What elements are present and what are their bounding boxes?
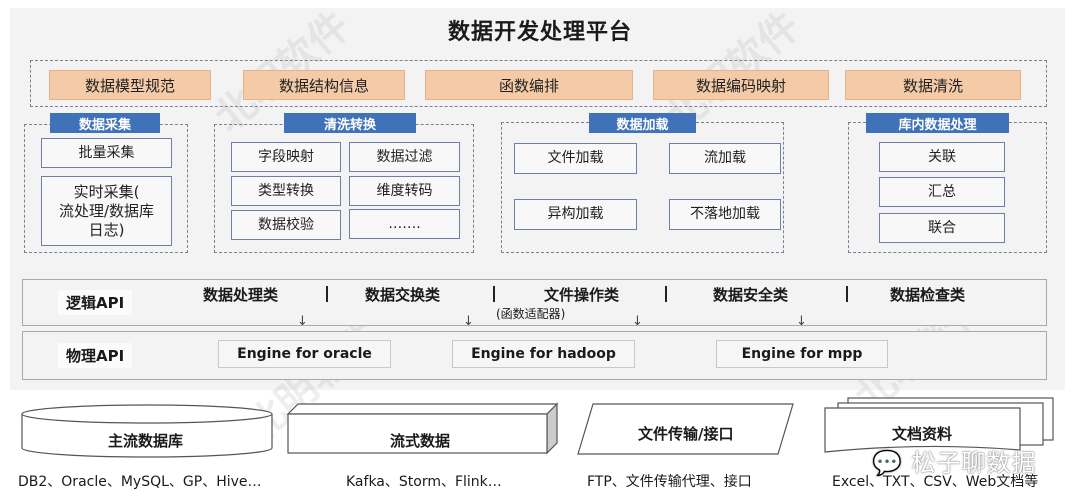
clean-field-mapping[interactable]: 字段映射 (231, 142, 341, 172)
physical-api-label: 物理API (58, 343, 133, 368)
source-documents[interactable]: 文档资料 (892, 423, 952, 444)
api-cat-exchange[interactable]: 数据交换类 (365, 284, 440, 305)
indb-union[interactable]: 联合 (879, 213, 1005, 243)
separator (493, 286, 495, 302)
engine-hadoop[interactable]: Engine for hadoop (452, 340, 635, 368)
indb-group-title: 库内数据处理 (866, 113, 1009, 133)
api-cat-file-ops[interactable]: 文件操作类 (544, 284, 619, 305)
clean-dim-transcode[interactable]: 维度转码 (349, 176, 460, 206)
load-no-landing[interactable]: 不落地加载 (669, 199, 781, 230)
page-title: 数据开发处理平台 (447, 20, 632, 45)
separator (846, 286, 848, 302)
arrow-down-icon: ↓ (632, 314, 643, 329)
source-streaming-caption: Kafka、Storm、Flink… (346, 474, 502, 490)
api-cat-processing[interactable]: 数据处理类 (203, 284, 278, 305)
load-stream[interactable]: 流加载 (669, 143, 781, 174)
top-item-data-cleanse[interactable]: 数据清洗 (845, 70, 1021, 100)
source-mainstream-db[interactable]: 主流数据库 (108, 430, 183, 451)
api-cat-security[interactable]: 数据安全类 (713, 284, 788, 305)
top-item-code-mapping[interactable]: 数据编码映射 (653, 70, 829, 100)
indb-aggregate[interactable]: 汇总 (879, 177, 1005, 207)
source-file-transfer[interactable]: 文件传输/接口 (638, 423, 733, 444)
collect-batch[interactable]: 批量采集 (41, 138, 172, 168)
collect-group-title: 数据采集 (50, 113, 160, 133)
load-group-title: 数据加载 (589, 113, 696, 133)
clean-data-validate[interactable]: 数据校验 (231, 210, 341, 240)
logic-api-label: 逻辑API (58, 290, 133, 315)
clean-type-convert[interactable]: 类型转换 (231, 176, 341, 206)
function-adapter-note: (函数适配器) (496, 307, 566, 321)
clean-data-filter[interactable]: 数据过滤 (349, 142, 460, 172)
engine-mpp[interactable]: Engine for mpp (716, 340, 888, 368)
separator (665, 286, 667, 302)
top-item-func-orchestration[interactable]: 函数编排 (425, 70, 633, 100)
clean-group-title: 清洗转换 (284, 113, 416, 133)
top-item-model-spec[interactable]: 数据模型规范 (49, 70, 211, 100)
top-item-struct-info[interactable]: 数据结构信息 (243, 70, 405, 100)
source-streaming[interactable]: 流式数据 (390, 430, 450, 451)
load-file[interactable]: 文件加载 (514, 143, 637, 174)
arrow-down-icon: ↓ (796, 314, 807, 329)
arrow-down-icon: ↓ (297, 314, 308, 329)
source-file-transfer-caption: FTP、文件传输代理、接口 (587, 474, 752, 490)
engine-oracle[interactable]: Engine for oracle (218, 340, 391, 368)
indb-join[interactable]: 关联 (879, 142, 1005, 172)
clean-more[interactable]: ……. (349, 209, 460, 239)
load-heterogeneous[interactable]: 异构加载 (514, 199, 637, 230)
separator (326, 286, 328, 302)
source-mainstream-db-caption: DB2、Oracle、MySQL、GP、Hive… (18, 474, 262, 490)
api-cat-check[interactable]: 数据检查类 (890, 284, 965, 305)
wechat-brand: 💬 松子聊数据 (872, 443, 1037, 478)
wechat-icon: 💬 (872, 449, 903, 477)
brand-name: 松子聊数据 (911, 449, 1037, 477)
arrow-down-icon: ↓ (463, 314, 474, 329)
load-group (501, 122, 784, 253)
collect-realtime[interactable]: 实时采集( 流处理/数据库 日志) (41, 176, 172, 246)
